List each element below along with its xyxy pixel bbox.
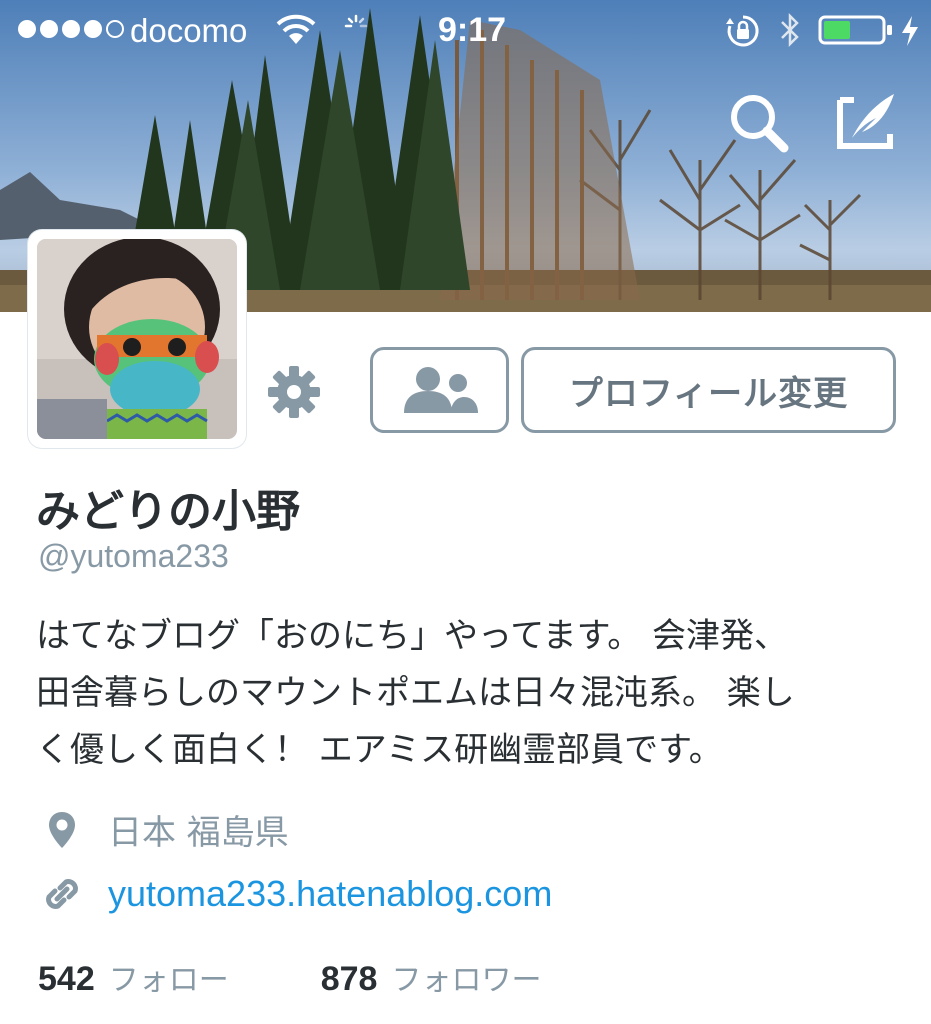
- charging-bolt-icon: [902, 16, 918, 46]
- location-row: 日本 福島県: [40, 805, 289, 854]
- edit-profile-label: プロフィール変更: [568, 373, 849, 414]
- website-row: yutoma233.hatenablog.com: [40, 872, 552, 916]
- location-text: 日本 福島県: [108, 813, 289, 853]
- battery-icon: [818, 15, 892, 45]
- followers-stat[interactable]: 878 フォロワー: [321, 955, 542, 999]
- search-icon: [731, 95, 789, 153]
- following-label: フォロー: [108, 963, 229, 998]
- lists-button[interactable]: [370, 347, 509, 433]
- compose-tweet-button[interactable]: [832, 88, 902, 158]
- bluetooth-icon: [781, 12, 799, 48]
- signal-strength-icon: [18, 20, 124, 38]
- following-count: 542: [38, 960, 95, 998]
- compose-tweet-icon: [837, 94, 894, 149]
- profile-bio: はてなブログ「おのにち」やってます。 会津発、 田舎暮らしのマウントポエムは日々…: [36, 616, 795, 770]
- search-button[interactable]: [724, 88, 794, 158]
- location-pin-icon: [40, 808, 84, 852]
- avatar-photo: [37, 239, 237, 439]
- link-icon: [40, 872, 84, 916]
- status-time: 9:17: [438, 11, 507, 49]
- following-stat[interactable]: 542 フォロー: [38, 955, 229, 999]
- followers-count: 878: [320, 960, 378, 998]
- avatar[interactable]: [28, 230, 246, 448]
- settings-button[interactable]: [262, 362, 326, 422]
- display-name: みどりの小野: [36, 486, 300, 537]
- follow-stats: 542 フォロー 878 フォロワー: [38, 955, 541, 999]
- gear-icon: [268, 366, 320, 418]
- activity-spinner-icon: [344, 14, 368, 28]
- carrier-name: docomo: [130, 12, 248, 49]
- followers-label: フォロワー: [391, 963, 542, 998]
- status-bar: docomo 9:17: [0, 0, 931, 62]
- wifi-icon: [276, 14, 316, 44]
- user-handle: @yutoma233: [38, 538, 229, 574]
- edit-profile-button[interactable]: プロフィール変更: [521, 347, 896, 433]
- website-link[interactable]: yutoma233.hatenablog.com: [108, 873, 552, 915]
- orientation-lock-icon: [726, 15, 759, 47]
- people-icon: [403, 367, 478, 413]
